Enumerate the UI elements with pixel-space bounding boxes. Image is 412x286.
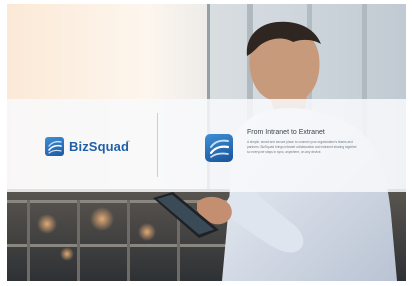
bizsquad-feature-icon (205, 134, 233, 162)
brand-name: BizSquad (69, 139, 130, 154)
bizsquad-logo-icon (45, 137, 64, 156)
info-banner: BizSquad ™ From Intranet to Extranet A s… (7, 99, 406, 192)
promo-banner: BizSquad ™ From Intranet to Extranet A s… (7, 4, 406, 281)
feature-description: A simple, smart and secure place to conn… (247, 140, 357, 155)
banner-divider (157, 113, 158, 177)
feature-title: From Intranet to Extranet (247, 129, 325, 136)
trademark-mark: ™ (126, 139, 130, 144)
